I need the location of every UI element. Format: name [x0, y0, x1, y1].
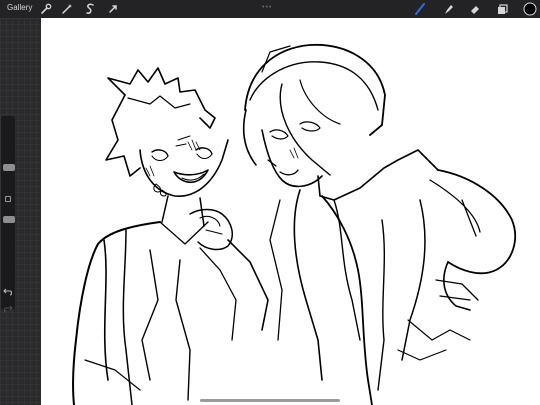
- home-indicator: [200, 399, 340, 402]
- top-toolbar: Gallery •••: [0, 0, 540, 18]
- brush-size-slider[interactable]: [3, 164, 15, 171]
- sketch-drawing: [71, 44, 517, 405]
- wrench-icon[interactable]: [39, 2, 53, 16]
- magic-wand-icon[interactable]: [60, 2, 74, 16]
- smudge-icon[interactable]: [441, 2, 455, 16]
- redo-icon[interactable]: [3, 305, 13, 313]
- drawing-canvas[interactable]: [41, 18, 540, 405]
- color-icon[interactable]: [523, 2, 537, 16]
- selection-icon[interactable]: [83, 2, 97, 16]
- modify-button[interactable]: [5, 196, 11, 202]
- gallery-button[interactable]: Gallery: [7, 3, 32, 12]
- brush-icon[interactable]: [413, 2, 427, 16]
- undo-icon[interactable]: [3, 288, 13, 296]
- layers-icon[interactable]: [495, 2, 509, 16]
- brush-opacity-slider[interactable]: [3, 216, 15, 223]
- toolbar-grip[interactable]: •••: [262, 4, 272, 11]
- transform-icon[interactable]: [106, 2, 120, 16]
- eraser-icon[interactable]: [468, 2, 482, 16]
- sidebar: [1, 116, 15, 313]
